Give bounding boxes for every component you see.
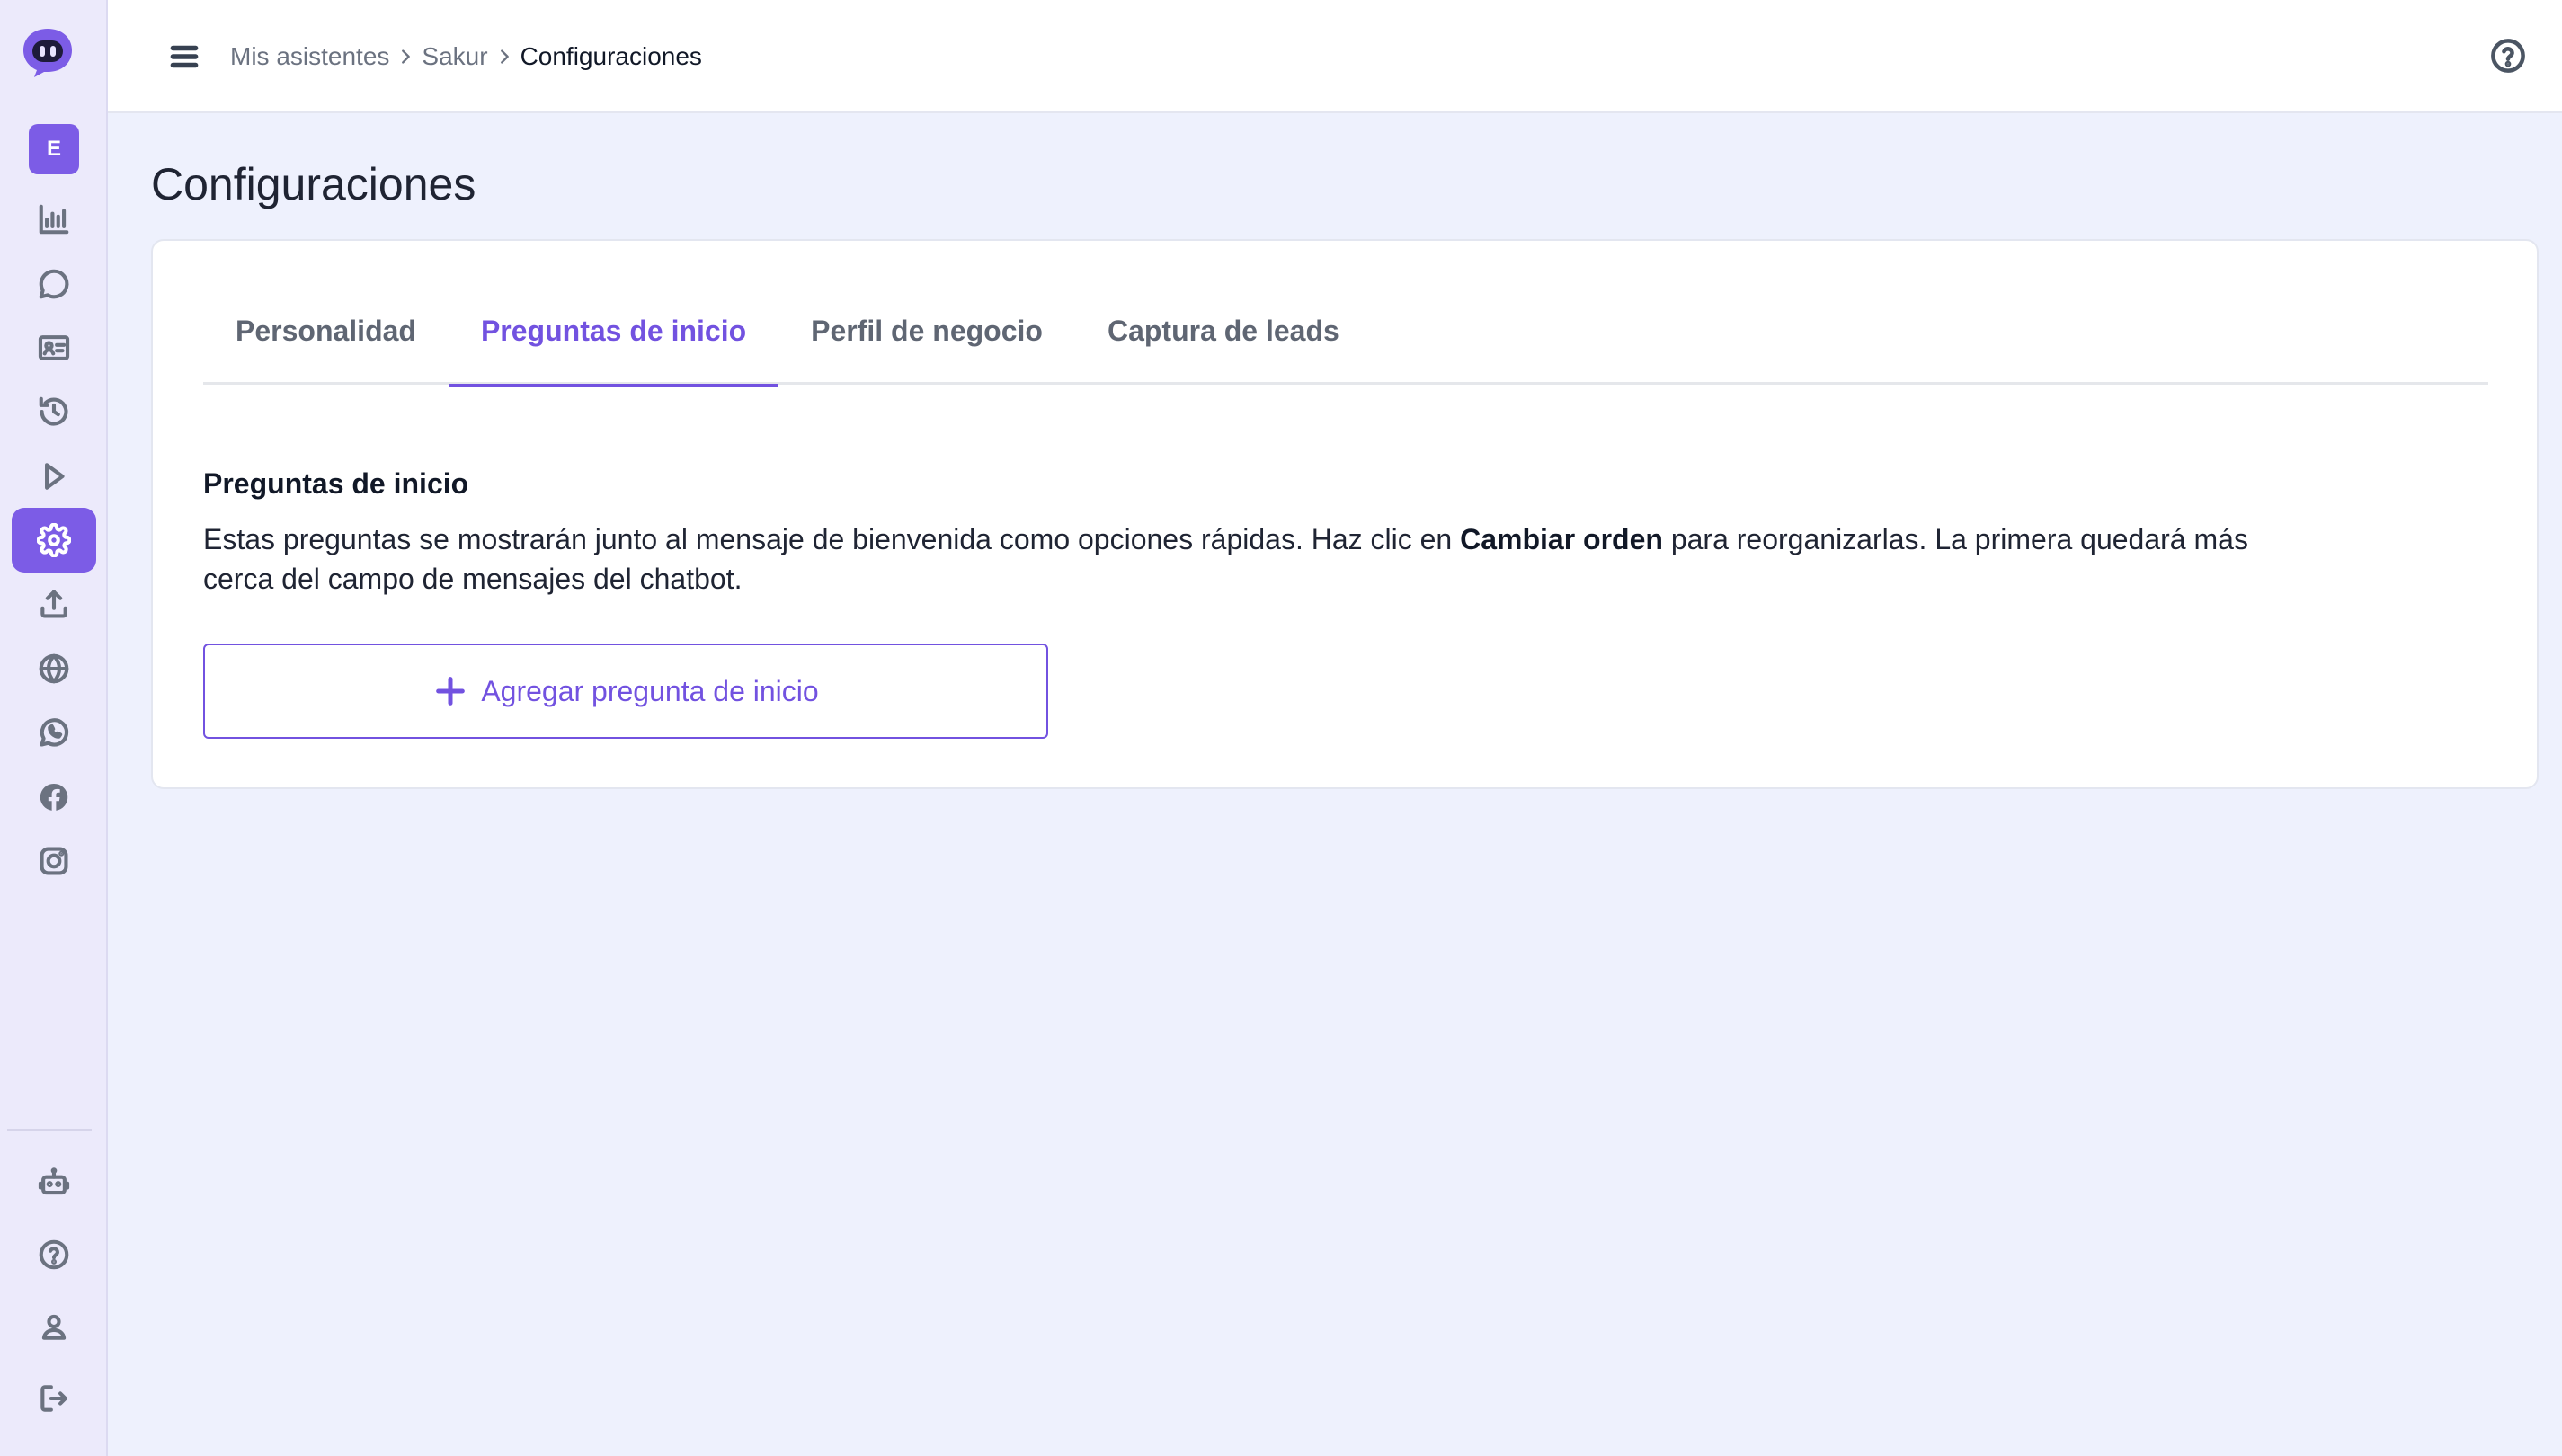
sidebar-item-contacts[interactable] [0,315,108,380]
workspace-initial: E [29,124,79,174]
sidebar-item-whatsapp[interactable] [0,700,108,765]
section-description: Estas preguntas se mostrarán junto al me… [203,519,2253,599]
breadcrumb-item-assistants[interactable]: Mis asistentes [230,42,389,71]
sidebar-divider [7,1129,92,1131]
settings-icon [37,523,71,557]
sidebar-item-playground[interactable] [0,444,108,509]
chat-icon [39,269,69,299]
breadcrumb: Mis asistentes Sakur Configuraciones [230,36,702,77]
page-title: Configuraciones [151,159,476,209]
sidebar-item-history[interactable] [0,379,108,444]
sidebar-item-assistants[interactable] [0,1150,108,1215]
workspace-avatar[interactable]: E [0,117,108,182]
help-icon [39,1239,69,1270]
instagram-icon [40,847,68,875]
sidebar-item-analytics[interactable] [0,187,108,252]
hamburger-icon [170,45,199,68]
contacts-icon [38,335,70,360]
sidebar-item-chats[interactable] [0,252,108,316]
whatsapp-icon [40,718,69,747]
tab-lead-capture[interactable]: Captura de leads [1075,311,1372,385]
sidebar-item-logout[interactable] [0,1366,108,1431]
tab-bar: Personalidad Preguntas de inicio Perfil … [203,311,2488,387]
sidebar-item-help[interactable] [0,1222,108,1287]
sidebar-item-instagram[interactable] [0,829,108,893]
sidebar-item-upload[interactable] [0,572,108,636]
add-button-label: Agregar pregunta de inicio [481,674,819,707]
sidebar-item-facebook[interactable] [0,765,108,830]
tab-business-profile[interactable]: Perfil de negocio [778,311,1075,385]
sidebar-item-settings[interactable] [0,508,108,573]
plus-icon [436,677,466,706]
chevron-right-icon [488,47,520,67]
tab-personality[interactable]: Personalidad [203,311,449,385]
breadcrumb-item-current: Configuraciones [520,42,702,70]
app-logo-icon[interactable] [20,25,76,81]
bot-icon [38,1167,70,1195]
help-circle-icon [2491,39,2525,73]
sidebar-item-profile[interactable] [0,1294,108,1359]
settings-card: Personalidad Preguntas de inicio Perfil … [151,239,2539,789]
sidebar-item-web[interactable] [0,636,108,701]
history-icon [39,396,68,426]
sidebar: E [0,0,108,1456]
play-icon [45,463,65,490]
tab-starter-questions[interactable]: Preguntas de inicio [448,311,779,387]
chevron-right-icon [389,47,422,67]
globe-icon [39,653,69,684]
menu-toggle-button[interactable] [164,36,205,77]
top-header: Mis asistentes Sakur Configuraciones [108,0,2562,113]
logout-icon [40,1385,67,1412]
add-starter-question-button[interactable]: Agregar pregunta de inicio [203,644,1048,739]
analytics-icon [39,204,69,235]
description-bold-text: Cambiar orden [1460,523,1663,555]
upload-icon [40,590,67,618]
section-title: Preguntas de inicio [203,467,469,500]
breadcrumb-item-assistant[interactable]: Sakur [422,42,487,71]
user-icon [41,1314,67,1340]
description-text-start: Estas preguntas se mostrarán junto al me… [203,523,1461,555]
facebook-icon [40,783,68,811]
header-help-button[interactable] [2485,32,2531,79]
